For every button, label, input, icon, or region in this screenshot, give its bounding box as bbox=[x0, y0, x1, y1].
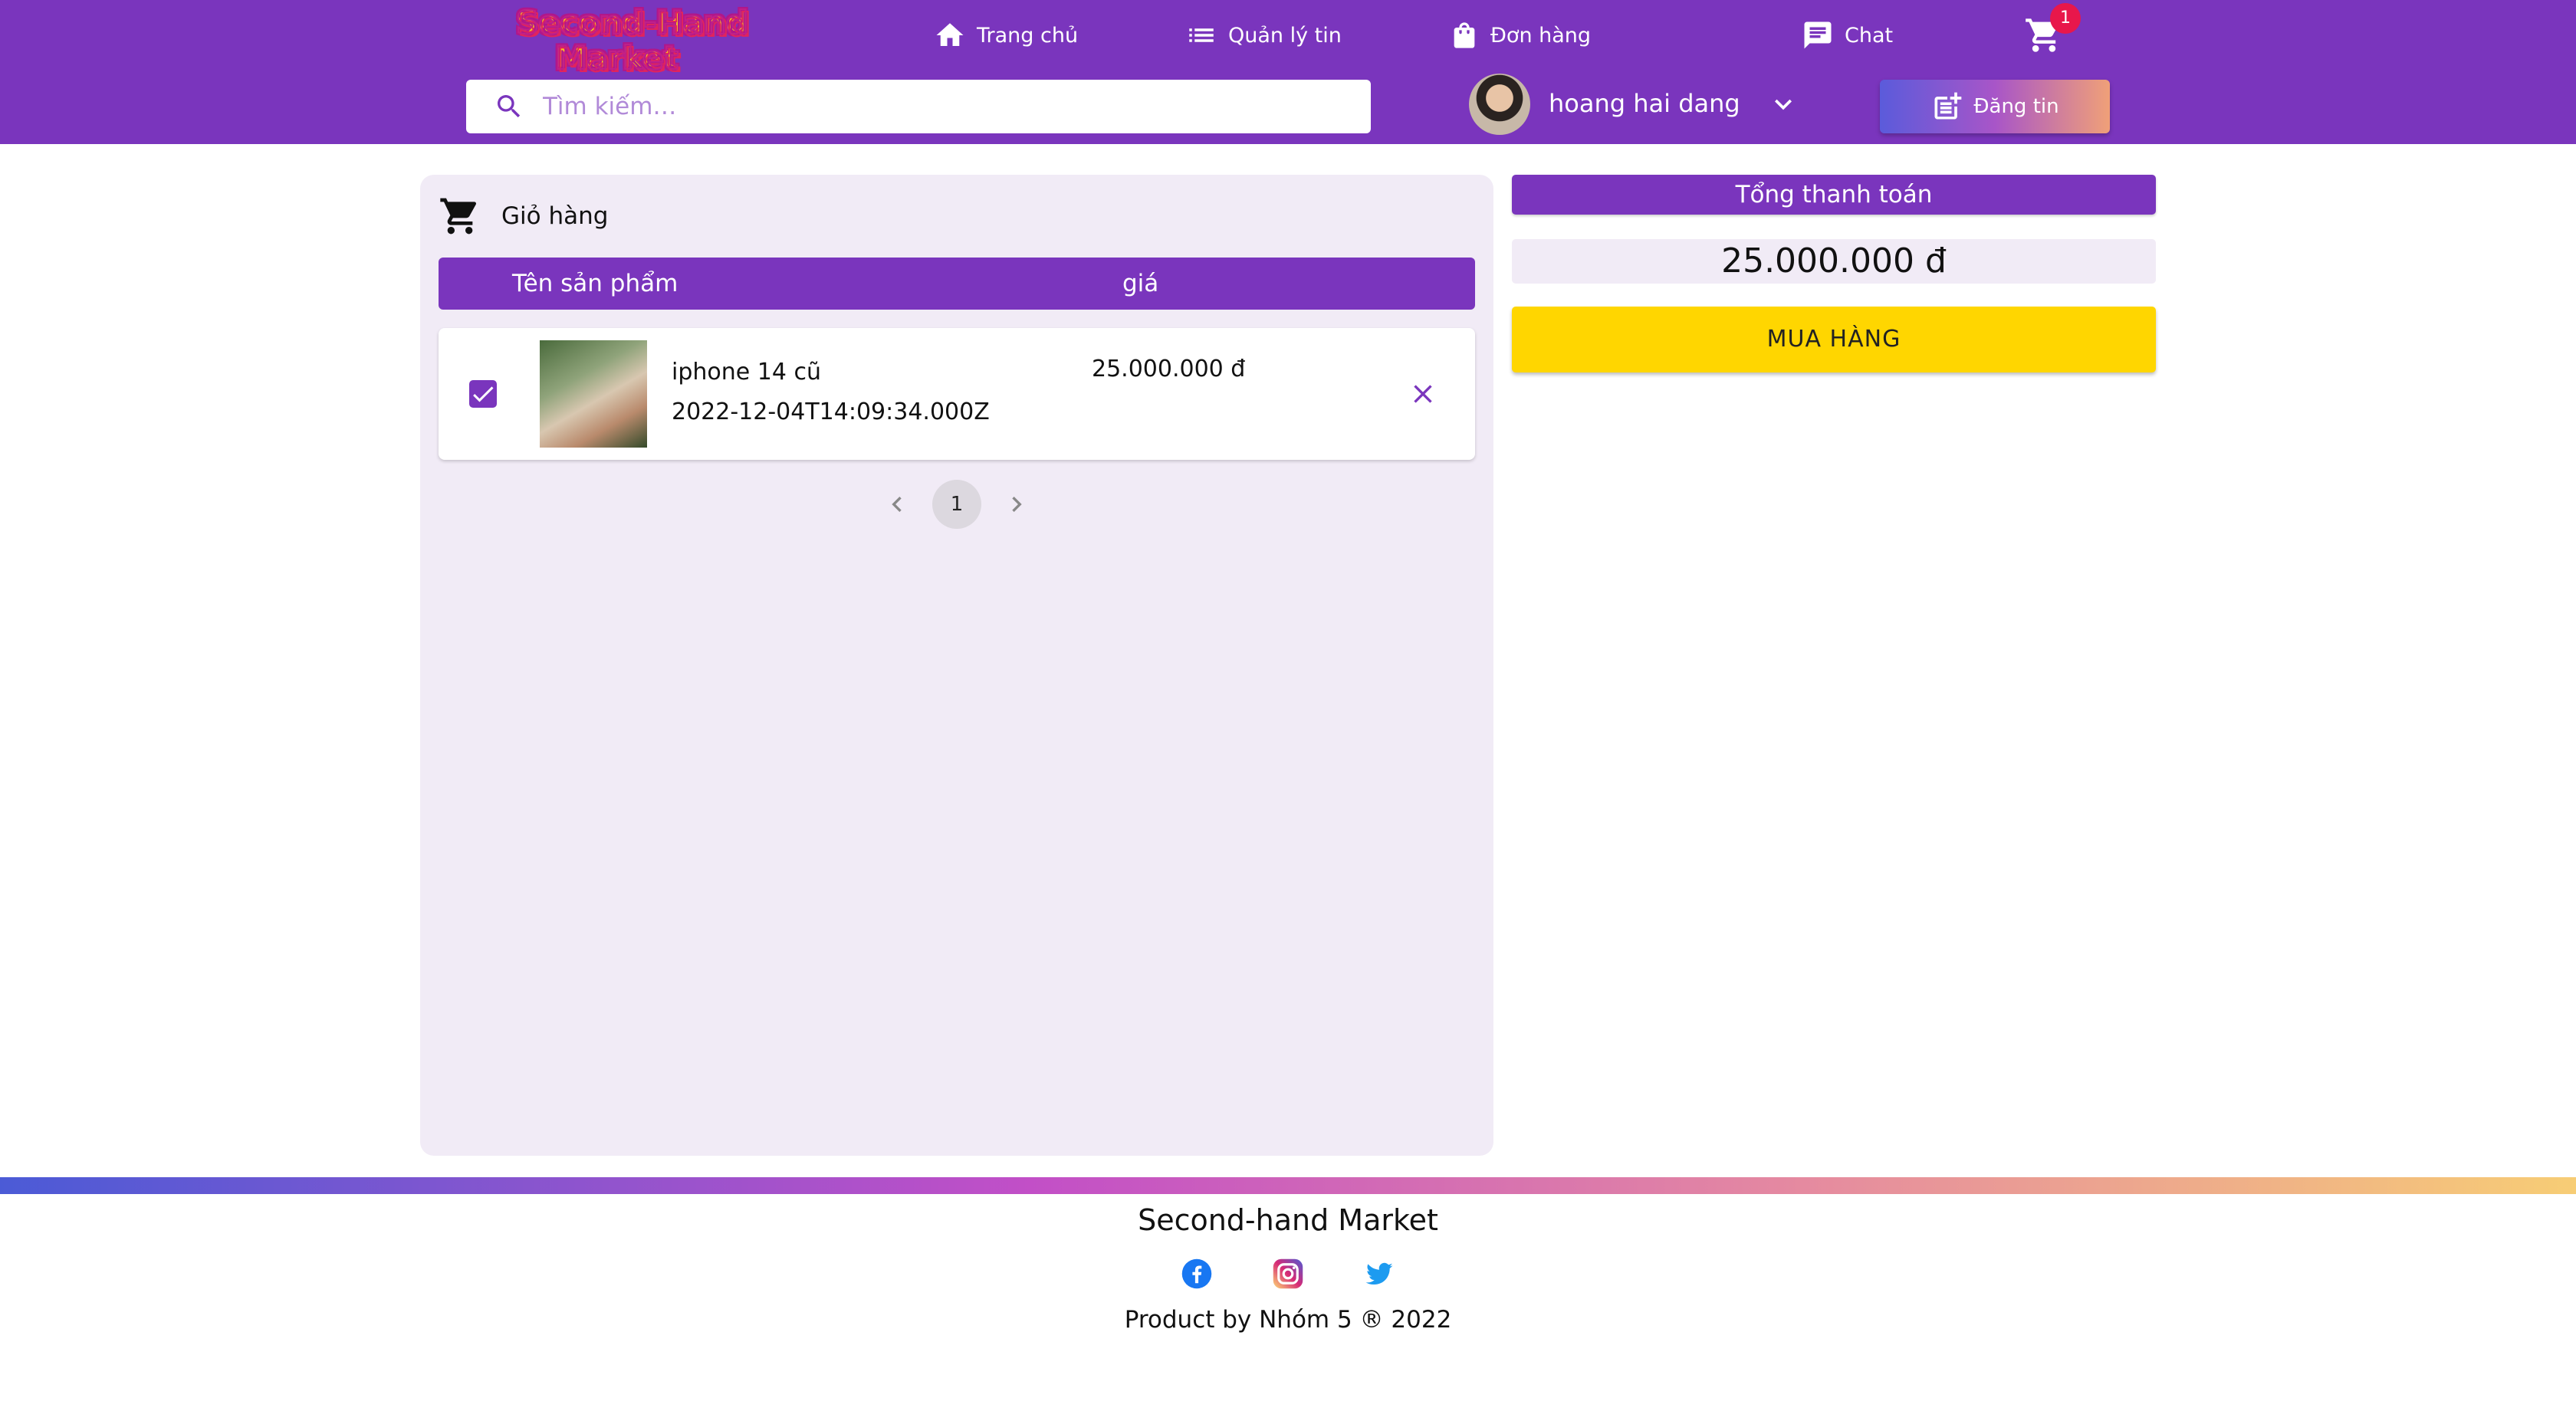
remove-item-button[interactable] bbox=[1408, 379, 1438, 409]
nav-manage-posts[interactable]: Quản lý tin bbox=[1185, 15, 1342, 55]
search-bar[interactable] bbox=[466, 80, 1371, 133]
nav-chat[interactable]: Chat bbox=[1802, 15, 1893, 55]
footer-copyright: Product by Nhóm 5 ® 2022 bbox=[1124, 1306, 1452, 1334]
shopping-bag-icon bbox=[1454, 22, 1475, 48]
column-product-name: Tên sản phẩm bbox=[512, 270, 678, 297]
pagination: 1 bbox=[882, 480, 1032, 529]
twitter-icon[interactable] bbox=[1363, 1258, 1395, 1290]
social-links bbox=[1181, 1255, 1395, 1292]
post-listing-label: Đăng tin bbox=[1973, 95, 2059, 118]
search-input[interactable] bbox=[541, 92, 1311, 121]
user-avatar[interactable] bbox=[1469, 74, 1530, 135]
cart-panel bbox=[420, 175, 1493, 1156]
footer-gradient-bar bbox=[0, 1177, 2576, 1194]
product-price: 25.000.000 đ bbox=[1092, 356, 1246, 382]
page-button-current[interactable]: 1 bbox=[932, 480, 981, 529]
svg-text:Second-Hand: Second-Hand bbox=[516, 4, 748, 41]
cart-title: Giỏ hàng bbox=[501, 202, 609, 230]
site-logo[interactable]: Second-Hand Market bbox=[486, 3, 777, 74]
nav-chat-label: Chat bbox=[1845, 23, 1894, 48]
instagram-icon[interactable] bbox=[1272, 1258, 1304, 1290]
product-name[interactable]: iphone 14 cũ bbox=[672, 359, 821, 386]
chat-icon bbox=[1804, 21, 1832, 49]
user-menu-toggle[interactable] bbox=[1766, 87, 1800, 124]
chevron-right-icon[interactable] bbox=[1001, 489, 1032, 520]
facebook-icon[interactable] bbox=[1181, 1258, 1213, 1290]
product-thumbnail[interactable] bbox=[540, 340, 647, 448]
nav-home-label: Trang chủ bbox=[977, 23, 1079, 48]
nav-orders-label: Đơn hàng bbox=[1490, 23, 1592, 48]
svg-text:Market: Market bbox=[555, 39, 678, 74]
column-price: giá bbox=[1122, 270, 1159, 297]
cart-item-row: iphone 14 cũ 2022-12-04T14:09:34.000Z 25… bbox=[439, 328, 1475, 460]
nav-manage-posts-label: Quản lý tin bbox=[1228, 23, 1342, 48]
nav-orders[interactable]: Đơn hàng bbox=[1449, 15, 1591, 55]
checkmark-icon bbox=[473, 386, 494, 402]
cart-table-header: Tên sản phẩm giá bbox=[439, 258, 1475, 310]
cart-heading: Giỏ hàng bbox=[439, 193, 608, 239]
post-add-icon bbox=[1934, 92, 1962, 120]
list-icon bbox=[1189, 28, 1214, 42]
close-icon bbox=[1414, 385, 1432, 403]
chevron-left-icon[interactable] bbox=[882, 489, 912, 520]
buy-button[interactable]: MUA HÀNG bbox=[1512, 307, 2156, 372]
username[interactable]: hoang hai dang bbox=[1549, 84, 1740, 123]
post-listing-button[interactable]: Đăng tin bbox=[1880, 80, 2110, 133]
chevron-down-icon bbox=[1775, 99, 1792, 110]
item-select-checkbox[interactable] bbox=[469, 380, 497, 408]
cart-icon bbox=[440, 198, 477, 235]
total-heading: Tổng thanh toán bbox=[1512, 175, 2156, 215]
home-icon bbox=[936, 23, 964, 46]
search-icon bbox=[498, 95, 521, 118]
cart-count-badge: 1 bbox=[2050, 3, 2081, 34]
footer-title: Second-hand Market bbox=[1138, 1203, 1438, 1237]
product-date: 2022-12-04T14:09:34.000Z bbox=[672, 399, 990, 425]
total-amount: 25.000.000 đ bbox=[1512, 239, 2156, 284]
nav-home[interactable]: Trang chủ bbox=[934, 15, 1078, 55]
logo-graphic: Second-Hand Market bbox=[515, 3, 749, 74]
